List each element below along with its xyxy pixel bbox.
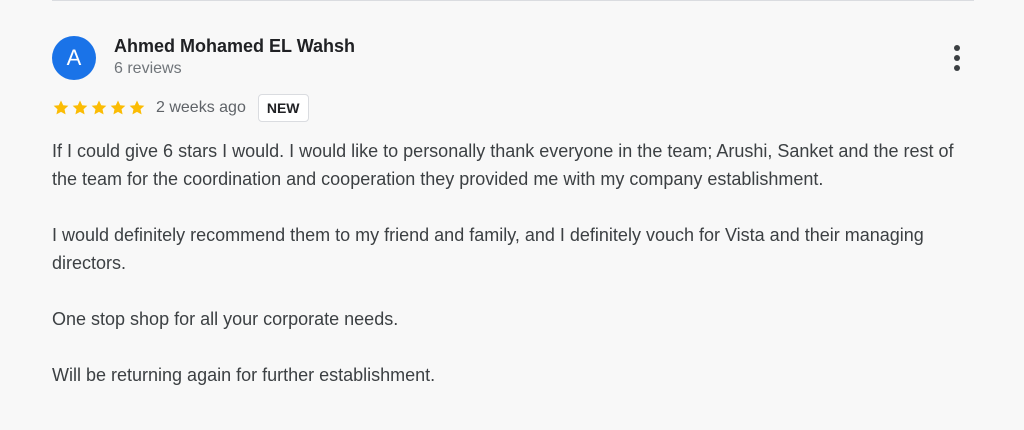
more-options-button[interactable] bbox=[944, 42, 970, 74]
new-badge: NEW bbox=[257, 94, 309, 122]
avatar[interactable]: A bbox=[52, 36, 96, 80]
review-paragraph: Will be returning again for further esta… bbox=[52, 365, 436, 385]
review-card: A Ahmed Mohamed EL Wahsh 6 reviews 2 wee… bbox=[0, 0, 1024, 430]
star-icon bbox=[71, 99, 89, 117]
star-rating bbox=[52, 99, 146, 117]
reviewer-name[interactable]: Ahmed Mohamed EL Wahsh bbox=[114, 36, 355, 57]
more-vert-icon bbox=[954, 45, 960, 71]
star-icon bbox=[128, 99, 146, 117]
reviewer-review-count: 6 reviews bbox=[114, 60, 182, 77]
review-paragraph: One stop shop for all your corporate nee… bbox=[52, 309, 399, 329]
review-paragraph: If I could give 6 stars I would. I would… bbox=[52, 141, 954, 189]
rating-row: 2 weeks ago NEW bbox=[52, 94, 309, 122]
star-icon bbox=[52, 99, 70, 117]
review-text: If I could give 6 stars I would. I would… bbox=[52, 137, 972, 417]
review-date: 2 weeks ago bbox=[156, 99, 246, 116]
star-icon bbox=[109, 99, 127, 117]
star-icon bbox=[90, 99, 108, 117]
divider bbox=[52, 0, 974, 1]
review-paragraph: I would definitely recommend them to my … bbox=[52, 225, 924, 273]
